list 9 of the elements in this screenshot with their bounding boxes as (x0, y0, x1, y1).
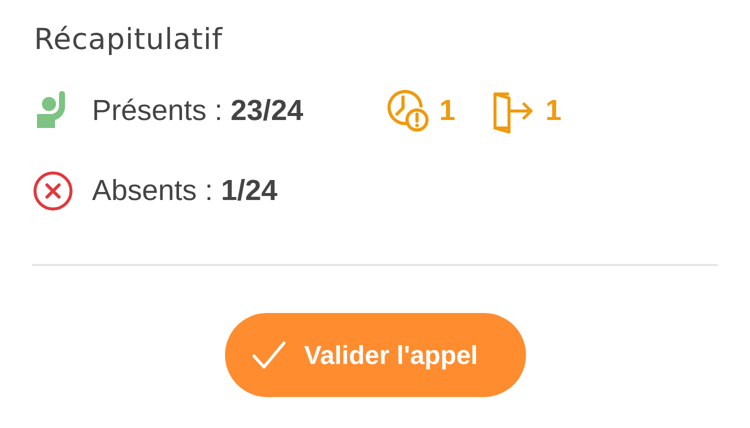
clock-alert-icon (385, 88, 432, 134)
attendance-count: Présents : 23/24 (92, 94, 304, 128)
attendance-count: Absents : 1/24 (92, 174, 278, 208)
validate-button[interactable]: Valider l'appel (224, 313, 526, 397)
indicator-count: 1 (439, 94, 456, 128)
indicator-count: 1 (545, 94, 562, 128)
check-icon (252, 340, 286, 370)
cross-circle-icon (32, 170, 74, 212)
section-title: Récapitulatif (34, 22, 224, 56)
